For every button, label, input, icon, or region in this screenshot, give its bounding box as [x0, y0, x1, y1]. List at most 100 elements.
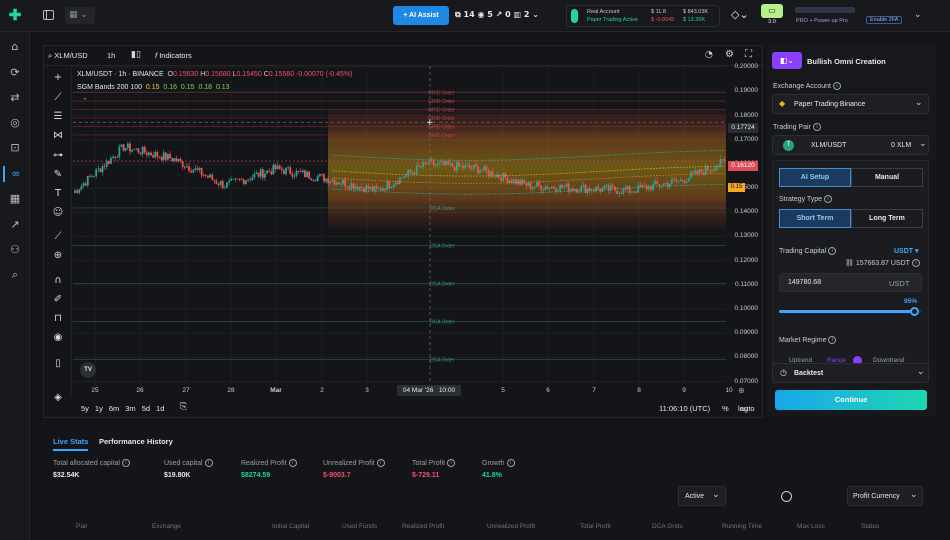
logo-icon[interactable]: ✚	[8, 8, 22, 23]
status-filter[interactable]: Active ⌄	[678, 486, 726, 506]
search-icon[interactable]: ⌕	[7, 267, 23, 283]
percent-toggle[interactable]: %	[722, 404, 729, 413]
table-column-header[interactable]: Running Time	[722, 523, 762, 530]
date-range-icon[interactable]: ⎘	[180, 402, 187, 412]
account-switch[interactable]: Real Account Paper Trading Active $ 11.8…	[566, 5, 720, 27]
table-column-header[interactable]: Initial Capital	[272, 523, 309, 530]
version-badge[interactable]: ▭ 3.0	[761, 4, 783, 26]
manual-button[interactable]: Manual	[851, 168, 923, 187]
long-term-button[interactable]: Long Term	[851, 209, 923, 228]
trash-icon[interactable]: ▯	[51, 357, 65, 371]
layout-grid-icon[interactable]: ▦ ⌄	[65, 7, 95, 24]
candle-body	[371, 186, 374, 192]
fib-icon[interactable]: ☰	[51, 110, 65, 124]
alert-icon[interactable]: ◔	[705, 50, 713, 60]
ruler-icon[interactable]: ⟋	[51, 230, 65, 244]
table-column-header[interactable]: Exchange	[152, 523, 181, 530]
candle-body	[555, 188, 557, 192]
table-column-header[interactable]: Used Funds	[342, 523, 377, 530]
emoji-icon[interactable]: ☺	[51, 206, 65, 220]
short-term-button[interactable]: Short Term	[779, 209, 851, 228]
enable-2fa-button[interactable]: Enable 2FA	[866, 16, 903, 24]
candle-body	[479, 170, 481, 174]
exchange-select[interactable]: ◆ Paper Trading Binance ⌄	[772, 94, 929, 114]
fullscreen-icon[interactable]: ⛶	[745, 49, 752, 60]
candles-icon[interactable]: ▮▯	[131, 50, 141, 60]
table-column-header[interactable]: Unrealized Profit	[487, 523, 535, 530]
slider-handle[interactable]	[909, 307, 919, 316]
range-5y[interactable]: 5y	[81, 404, 89, 413]
symbol-search[interactable]: ⌕ XLM/USD	[48, 51, 88, 61]
price-axis[interactable]: 0.200000.190000.180000.170000.160000.150…	[726, 63, 764, 384]
infinity-icon[interactable]: ∞	[3, 166, 27, 182]
profit-currency-select[interactable]: Profit Currency ⌄	[847, 486, 923, 506]
strategy-header[interactable]: ◧⌄ Bullish Omni Creation	[772, 52, 932, 70]
auto-scale-toggle[interactable]: auto	[740, 404, 755, 413]
users-icon[interactable]: ⚇	[7, 242, 23, 258]
stat-value: $-9003.7	[323, 472, 351, 479]
candle-body	[234, 178, 237, 180]
candle-body	[380, 188, 382, 191]
indicators-button[interactable]: f Indicators	[155, 51, 192, 60]
diamond-icon[interactable]: ◇⌄	[731, 8, 749, 21]
table-column-header[interactable]: Pair	[76, 523, 88, 530]
currency-select[interactable]: USDT ▾	[894, 247, 919, 255]
text-icon[interactable]: T	[51, 187, 65, 201]
pair-select[interactable]: T XLM/USDT 0 XLM ⌄	[772, 135, 929, 155]
settings-icon[interactable]: ⚙	[725, 49, 734, 60]
chart-plot[interactable]: GRID Order GRID Order GRID Order GRID Order…	[73, 66, 726, 384]
candle-body	[97, 168, 100, 170]
pattern-icon[interactable]: ⋈	[51, 129, 65, 143]
continue-button[interactable]: Continue	[775, 390, 927, 410]
goto-realtime-icon[interactable]: ⊕	[738, 386, 745, 395]
bot-icon[interactable]: ⊡	[7, 140, 23, 156]
measure-icon[interactable]: ⊶	[51, 149, 65, 163]
eye-icon[interactable]: ◉	[51, 331, 65, 345]
candle-body	[540, 185, 543, 191]
candle-body	[424, 162, 427, 164]
crosshair-cursor-icon: +	[426, 118, 434, 128]
table-column-header[interactable]: Max Loss	[797, 523, 825, 530]
magnet-icon[interactable]: ∩	[51, 274, 65, 288]
trend-icon[interactable]: ↗	[7, 217, 23, 233]
price-chart[interactable]: GRID Order GRID Order GRID Order GRID Order…	[73, 66, 726, 384]
pencil-lock-icon[interactable]: ✐	[51, 293, 65, 307]
range-5d[interactable]: 5d	[142, 404, 150, 413]
bot-stats[interactable]: ⧉ 14 ◉ 5 ↗ 0 ▥ 2 ⌄	[455, 10, 560, 22]
range-1y[interactable]: 1y	[95, 404, 103, 413]
ohlc-close: 0.15560	[268, 71, 295, 78]
zoom-icon[interactable]: ⊕	[51, 249, 65, 263]
sidebar-toggle-icon[interactable]	[43, 10, 54, 20]
swap-icon[interactable]: ⇄	[7, 90, 23, 106]
refresh-indicator-icon[interactable]	[781, 491, 792, 502]
crosshair-icon[interactable]: +	[51, 71, 65, 85]
table-column-header[interactable]: Total Profit	[580, 523, 611, 530]
capital-input[interactable]: 149780.68 USDT	[779, 273, 922, 292]
lock-icon[interactable]: ⊓	[51, 312, 65, 326]
table-column-header[interactable]: DCA Grids	[652, 523, 683, 530]
ai-assist-button[interactable]: + AI Assist	[393, 6, 449, 25]
refresh-icon[interactable]: ⟳	[7, 65, 23, 81]
tab-live-stats[interactable]: Live Stats	[53, 437, 89, 451]
range-1d[interactable]: 1d	[156, 404, 164, 413]
collapse-legend-icon[interactable]: ⌃	[82, 97, 88, 105]
table-column-header[interactable]: Realized Profit	[402, 523, 444, 530]
table-column-header[interactable]: Status	[861, 523, 879, 530]
layers-icon[interactable]: ◈	[51, 391, 65, 405]
ai-setup-button[interactable]: AI Setup	[779, 168, 851, 187]
candle-body	[88, 175, 91, 177]
home-icon[interactable]: ⌂	[7, 39, 23, 55]
trendline-icon[interactable]: ⟋	[51, 91, 65, 105]
candle-body	[605, 185, 608, 186]
backtest-select[interactable]: ◷ Backtest ⌄	[772, 363, 929, 383]
brush-icon[interactable]: ✎	[51, 168, 65, 182]
target-icon[interactable]: ◎	[7, 115, 23, 131]
range-6m[interactable]: 6m	[109, 404, 119, 413]
chevron-down-icon[interactable]: ⌄	[914, 10, 922, 20]
capital-slider[interactable]	[779, 307, 922, 316]
apps-icon[interactable]: ▦	[7, 191, 23, 207]
tab-performance-history[interactable]: Performance History	[99, 437, 173, 446]
range-3m[interactable]: 3m	[125, 404, 135, 413]
candle-body	[487, 170, 490, 176]
interval-button[interactable]: 1h	[107, 51, 115, 60]
